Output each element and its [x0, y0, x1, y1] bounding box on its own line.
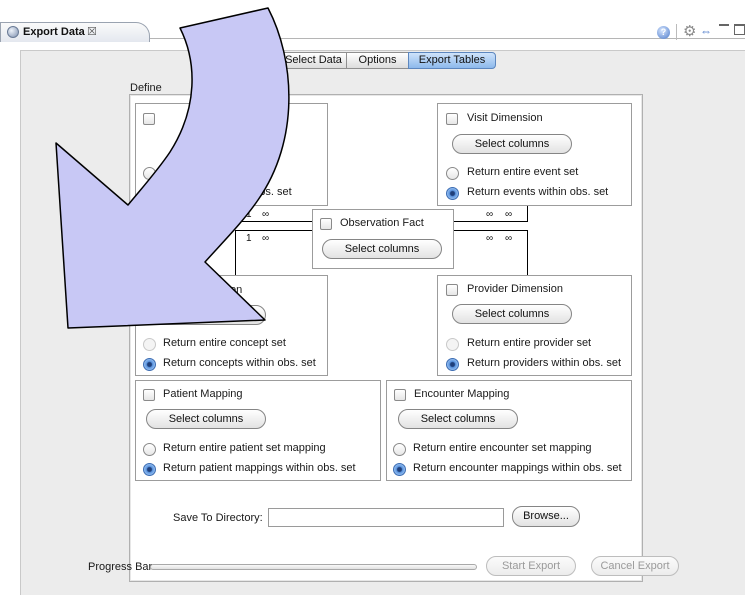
- relation-many-label: ∞: [486, 209, 494, 220]
- relation-line: [235, 221, 313, 222]
- relation-line: [453, 221, 528, 222]
- provider-entire-label: Return entire provider set: [467, 337, 592, 349]
- concept-entire-radio[interactable]: [143, 338, 156, 351]
- save-directory-input[interactable]: [268, 508, 504, 527]
- visit-dimension-title: Visit Dimension: [467, 112, 543, 124]
- patient-within-label: within obs. set: [222, 186, 292, 198]
- provider-dimension-checkbox[interactable]: [446, 284, 458, 296]
- relation-line: [453, 230, 528, 231]
- relation-one-label: 1: [246, 209, 252, 220]
- encounter-mapping-within-radio[interactable]: [393, 463, 406, 476]
- relation-line: [527, 206, 528, 222]
- provider-within-radio[interactable]: [446, 358, 459, 371]
- relation-many-label: ∞: [262, 233, 270, 244]
- encounter-mapping-title: Encounter Mapping: [414, 388, 510, 400]
- view-tab-title: Export Data: [23, 26, 85, 38]
- patient-entire-label: ent set: [238, 166, 272, 178]
- provider-select-columns-button[interactable]: Select columns: [452, 304, 572, 324]
- provider-within-label: Return providers within obs. set: [467, 357, 622, 369]
- observation-fact-title: Observation Fact: [340, 217, 424, 229]
- provider-dimension-title: Provider Dimension: [467, 283, 563, 295]
- provider-entire-radio[interactable]: [446, 338, 459, 351]
- visit-dimension-checkbox[interactable]: [446, 113, 458, 125]
- maximize-icon[interactable]: [734, 24, 745, 35]
- patient-mapping-title: Patient Mapping: [163, 388, 243, 400]
- visit-within-radio[interactable]: [446, 187, 459, 200]
- tab-export-tables[interactable]: Export Tables: [408, 52, 496, 69]
- relation-line: [527, 230, 528, 276]
- relation-many-label: ∞: [505, 209, 513, 220]
- observation-fact-checkbox[interactable]: [320, 218, 332, 230]
- relation-line: [235, 230, 236, 276]
- encounter-mapping-entire-label: Return entire encounter set mapping: [413, 442, 592, 454]
- close-icon[interactable]: ☒: [87, 25, 97, 38]
- tab-select-data[interactable]: Select Data: [280, 52, 347, 69]
- save-directory-label: Save To Directory:: [173, 512, 263, 524]
- observation-select-columns-button[interactable]: Select columns: [322, 239, 442, 259]
- encounter-mapping-within-label: Return encounter mappings within obs. se…: [413, 462, 622, 474]
- visit-entire-label: Return entire event set: [467, 166, 579, 178]
- visit-select-columns-button[interactable]: Select columns: [452, 134, 572, 154]
- encounter-mapping-checkbox[interactable]: [394, 389, 406, 401]
- concept-entire-label: Return entire concept set: [163, 337, 286, 349]
- visit-entire-radio[interactable]: [446, 167, 459, 180]
- concept-dimension-title: nsion: [216, 284, 243, 296]
- relation-line: [235, 230, 313, 231]
- progress-bar: [150, 564, 477, 570]
- concept-within-radio[interactable]: [143, 358, 156, 371]
- start-export-button[interactable]: Start Export: [486, 556, 576, 576]
- patient-select-columns-button[interactable]: [200, 135, 266, 155]
- help-icon[interactable]: ?: [657, 26, 670, 39]
- progress-label: Progress Bar: [88, 561, 153, 573]
- concept-within-label: Return concepts within obs. set: [163, 357, 316, 369]
- encounter-mapping-select-columns-button[interactable]: Select columns: [398, 409, 518, 429]
- tab-options[interactable]: Options: [346, 52, 409, 69]
- relation-many-label: ∞: [262, 209, 270, 220]
- export-view-icon: [7, 26, 19, 38]
- relation-line: [235, 206, 236, 222]
- patient-mapping-select-columns-button[interactable]: Select columns: [146, 409, 266, 429]
- patient-mapping-entire-label: Return entire patient set mapping: [163, 442, 326, 454]
- patient-mapping-entire-radio[interactable]: [143, 443, 156, 456]
- patient-mapping-within-radio[interactable]: [143, 463, 156, 476]
- concept-select-columns-button[interactable]: t columns: [146, 305, 266, 325]
- patient-within-radio[interactable]: [143, 187, 156, 200]
- patient-mapping-checkbox[interactable]: [143, 389, 155, 401]
- patient-entire-radio[interactable]: [143, 167, 156, 180]
- cancel-export-button[interactable]: Cancel Export: [591, 556, 679, 576]
- toolbar-separator: [676, 24, 677, 40]
- define-group-label: Define: [130, 82, 162, 94]
- visit-within-label: Return events within obs. set: [467, 186, 609, 198]
- relation-one-label: 1: [246, 233, 252, 244]
- settings-icon[interactable]: ⚙: [683, 22, 696, 40]
- patient-mapping-within-label: Return patient mappings within obs. set: [163, 462, 356, 474]
- relation-many-label: ∞: [505, 233, 513, 244]
- patient-dimension-checkbox[interactable]: [143, 113, 155, 125]
- relation-many-label: ∞: [486, 233, 494, 244]
- encounter-mapping-entire-radio[interactable]: [393, 443, 406, 456]
- minimize-icon[interactable]: [719, 24, 729, 27]
- sync-icon[interactable]: ⇔: [700, 24, 712, 38]
- browse-button[interactable]: Browse...: [512, 506, 580, 527]
- export-data-view-tab[interactable]: Export Data ☒: [0, 22, 150, 42]
